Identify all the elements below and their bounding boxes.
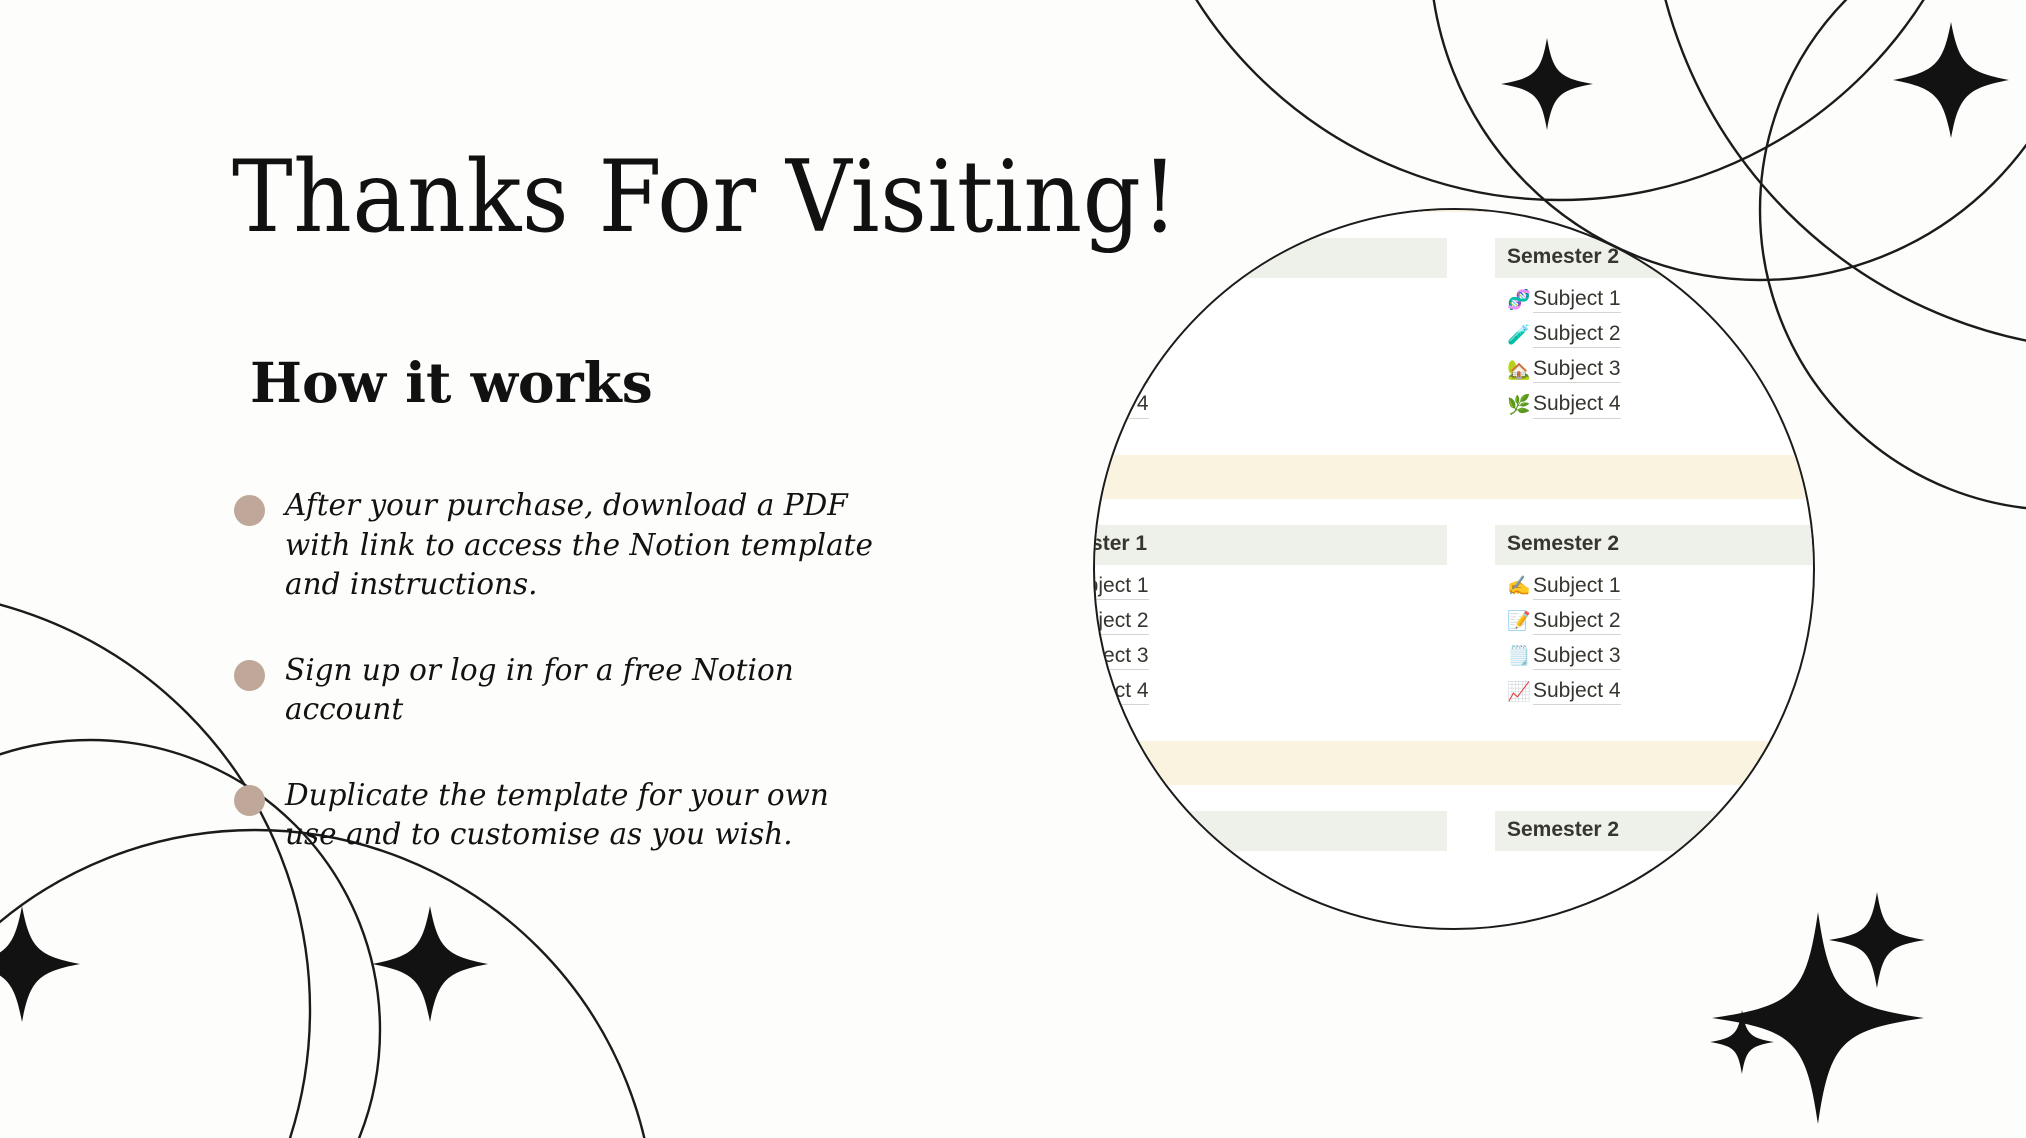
memo-emoji: 📝 <box>1507 610 1531 633</box>
subject-link[interactable]: Subject 2 <box>1533 609 1621 635</box>
list-item-text: Sign up or log in for a free Notion acco… <box>285 652 794 727</box>
subject-row[interactable]: 🗒️ Subject 3 <box>1495 644 1813 670</box>
subject-link[interactable]: Subject 2 <box>1533 322 1621 349</box>
subject-link[interactable]: Subject 3 <box>1533 644 1621 670</box>
house-with-garden-emoji: 🏡 <box>1507 358 1531 381</box>
semester-grid: Semester 1 🩸Subject 1 🔬Subject 2 📎Subject 3… <box>1095 499 1813 712</box>
subject-row[interactable]: 🔬Subject 2 <box>1095 609 1447 635</box>
herb-emoji: 🌿 <box>1507 393 1531 416</box>
spiral-notepad-emoji: 🗒️ <box>1507 645 1531 668</box>
subject-link[interactable]: Subject 2 <box>1095 609 1149 635</box>
how-it-works-list: After your purchase, download a PDF with… <box>234 486 874 901</box>
subject-link[interactable]: Subject 1 <box>1095 574 1149 600</box>
subject-row[interactable]: 🫁Subject 2 <box>1095 322 1447 349</box>
semester-header: Semester 2 <box>1495 238 1813 278</box>
dna-emoji: 🧬 <box>1507 288 1531 311</box>
semester-grid: Semester 1 Semester 2 <box>1095 785 1813 857</box>
test-tube-emoji: 🧪 <box>1507 323 1531 346</box>
list-item: After your purchase, download a PDF with… <box>234 486 874 605</box>
left-content-column: Thanks For Visiting! How it works After … <box>0 0 1178 1138</box>
semester-column: Semester 2 <box>1495 811 1813 852</box>
writing-hand-emoji: ✍️ <box>1507 575 1531 598</box>
subject-link[interactable]: Subject 3 <box>1533 357 1621 384</box>
subject-link[interactable]: Subject 3 <box>1095 357 1149 384</box>
circular-screenshot-preview: Semester 1 🥼Subject 1 🫁Subject 2 👩‍🔬Subject… <box>1093 208 1815 930</box>
semester-column: Semester 2 🧬 Subject 1 🧪 Subject 2 🏡 Subject 3… <box>1495 238 1813 419</box>
bullet-dot-icon <box>234 659 265 691</box>
semester-grid: Semester 1 🥼Subject 1 🫁Subject 2 👩‍🔬Subject… <box>1095 212 1813 425</box>
subject-link[interactable]: Subject 4 <box>1533 392 1621 419</box>
list-item-text: Duplicate the template for your own use … <box>285 777 829 852</box>
bullet-dot-icon <box>234 495 265 526</box>
list-item: Duplicate the template for your own use … <box>234 776 874 855</box>
chart-increasing-emoji: 📈 <box>1507 680 1531 703</box>
semester-column: Semester 1 🩸Subject 1 🔬Subject 2 📎Subject 3… <box>1095 524 1447 706</box>
subject-row[interactable]: 👩‍🔬Subject 3 <box>1095 357 1447 384</box>
page-title: Thanks For Visiting! <box>232 140 1179 255</box>
subject-link[interactable]: Subject 4 <box>1533 679 1621 706</box>
sparkle-icon-tr-small <box>1501 38 1593 130</box>
section-heading-how-it-works: How it works <box>250 350 653 415</box>
list-item: Sign up or log in for a free Notion acco… <box>234 651 874 730</box>
list-item-text: After your purchase, download a PDF with… <box>285 488 873 602</box>
notion-template-screenshot: Semester 1 🥼Subject 1 🫁Subject 2 👩‍🔬Subject… <box>1095 210 1813 887</box>
subject-row[interactable]: 📝 Subject 2 <box>1495 609 1813 635</box>
semester-header: Semester 2 <box>1495 524 1813 565</box>
year-header: Year 3 <box>1095 741 1813 786</box>
subject-row[interactable]: 🩸Subject 1 <box>1095 574 1447 600</box>
subject-row[interactable]: 🧬 Subject 1 <box>1495 287 1813 314</box>
subject-row[interactable]: ⚛️Subject 4 <box>1095 679 1447 706</box>
year-header: Year 2 <box>1095 454 1813 499</box>
subject-row[interactable]: 📈 Subject 4 <box>1495 679 1813 706</box>
subject-link[interactable]: Subject 1 <box>1533 287 1621 314</box>
subject-row[interactable]: 🌿 Subject 4 <box>1495 392 1813 419</box>
semester-header: Semester 1 <box>1095 811 1447 852</box>
semester-header: Semester 1 <box>1095 524 1447 565</box>
deco-arc-tr-3 <box>1195 0 1925 202</box>
subject-row[interactable]: 📎Subject 3 <box>1095 644 1447 670</box>
sparkle-icon-br-top <box>1829 892 1925 988</box>
subject-row[interactable]: 🔄Subject 4 <box>1095 392 1447 419</box>
semester-column: Semester 1 <box>1095 811 1447 852</box>
sparkle-icon-br-large <box>1712 912 1924 1124</box>
semester-header: Semester 1 <box>1095 238 1447 278</box>
subject-link[interactable]: Subject 1 <box>1533 574 1621 600</box>
subject-link[interactable]: Subject 4 <box>1095 679 1149 706</box>
subject-link[interactable]: Subject 2 <box>1095 322 1149 349</box>
sparkle-icon-br-small <box>1710 1010 1774 1074</box>
subject-row[interactable]: 🏡 Subject 3 <box>1495 357 1813 384</box>
subject-row[interactable]: 🥼Subject 1 <box>1095 287 1447 314</box>
semester-header: Semester 2 <box>1495 811 1813 852</box>
semester-column: Semester 1 🥼Subject 1 🫁Subject 2 👩‍🔬Subject… <box>1095 238 1447 419</box>
subject-row[interactable]: 🧪 Subject 2 <box>1495 322 1813 349</box>
subject-link[interactable]: Subject 3 <box>1095 644 1149 670</box>
subject-link[interactable]: Subject 4 <box>1095 392 1149 419</box>
subject-link[interactable]: Subject 1 <box>1095 287 1149 314</box>
sparkle-icon-tr-large <box>1893 22 2009 138</box>
semester-column: Semester 2 ✍️ Subject 1 📝 Subject 2 🗒️ Subject… <box>1495 524 1813 706</box>
bullet-dot-icon <box>234 784 265 816</box>
subject-row[interactable]: ✍️ Subject 1 <box>1495 574 1813 600</box>
